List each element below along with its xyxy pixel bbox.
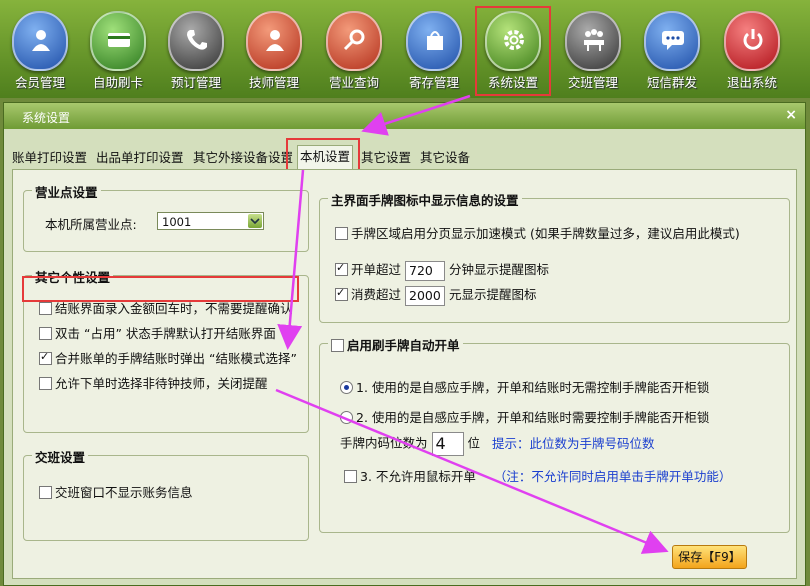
checkbox[interactable]	[39, 302, 52, 315]
search-icon	[326, 11, 382, 71]
outlet-group-title: 营业点设置	[32, 182, 101, 201]
toolbar-label: 预订管理	[170, 75, 221, 90]
toolbar-label: 系统设置	[487, 75, 538, 90]
option-label: 消费超过	[351, 287, 402, 302]
option-label: 合并账单的手牌结账时弹出 “结账模式选择”	[55, 351, 297, 366]
spend-amount-input[interactable]: 2000	[405, 285, 445, 306]
main-icon-group: 主界面手牌图标中显示信息的设置 手牌区域启用分页显示加速模式 (如果手牌数量过多…	[319, 190, 790, 323]
system-settings-dialog: 系统设置 × 账单打印设置 出品单打印设置 其它外接设备设置 本机设置 其它设置…	[3, 102, 806, 586]
toolbar-storage[interactable]: 寄存管理	[394, 0, 474, 98]
digits-row: 手牌内码位数为 4 位 提示：此位数为手牌号码位数	[340, 432, 655, 456]
checkbox[interactable]	[39, 486, 52, 499]
checkbox[interactable]	[331, 339, 344, 352]
checkbox-checked[interactable]	[335, 286, 348, 301]
open-minutes-input[interactable]: 720	[405, 260, 445, 281]
outlet-select[interactable]: 1001	[157, 212, 264, 230]
option-label: 分钟显示提醒图标	[448, 262, 549, 277]
auto-open-group-title[interactable]: 启用刷手牌自动开单	[328, 335, 463, 354]
mouse-note: （注：不允许同时启用单击手牌开单功能）	[493, 469, 732, 484]
technician-icon	[246, 11, 302, 71]
digits-input[interactable]: 4	[431, 432, 464, 456]
option-highlight-box	[22, 276, 299, 302]
power-icon	[724, 11, 780, 71]
checkbox-checked[interactable]	[39, 350, 52, 365]
checkbox[interactable]	[335, 227, 348, 240]
main-toolbar: 会员管理 自助刷卡 预订管理 技师管理 营业查询 寄存管理 系统设置 交班管理 …	[0, 0, 810, 98]
paging-option[interactable]: 手牌区域启用分页显示加速模式 (如果手牌数量过多，建议启用此模式)	[335, 223, 740, 242]
option-label: 1. 使用的是自感应手牌，开单和结账时无需控制手牌能否开柜锁	[356, 380, 710, 395]
option-label: 交班窗口不显示账务信息	[55, 485, 193, 500]
auto-open-option-1[interactable]: 1. 使用的是自感应手牌，开单和结账时无需控制手牌能否开柜锁	[340, 377, 709, 396]
tab-bill-print[interactable]: 账单打印设置	[10, 147, 89, 169]
toolbar-label: 营业查询	[328, 75, 379, 90]
toolbar-shift[interactable]: 交班管理	[553, 0, 633, 98]
chevron-down-icon[interactable]	[248, 214, 262, 228]
card-icon	[90, 11, 146, 71]
option-label: 允许下单时选择非待钟技师，关闭提醒	[55, 376, 268, 391]
outlet-label: 本机所属营业点:	[45, 217, 137, 232]
outlet-select-value: 1001	[162, 215, 192, 229]
toolbar-label: 寄存管理	[408, 75, 459, 90]
toolbar-system-settings[interactable]: 系统设置	[473, 0, 553, 98]
toolbar-sms[interactable]: 短信群发	[632, 0, 712, 98]
toolbar-technician[interactable]: 技师管理	[234, 0, 314, 98]
option-label: 开单超过	[351, 262, 402, 277]
shift-group-title: 交班设置	[32, 447, 89, 466]
option-label: 手牌区域启用分页显示加速模式 (如果手牌数量过多，建议启用此模式)	[351, 226, 740, 241]
shift-group: 交班设置 交班窗口不显示账务信息	[23, 447, 309, 541]
tab-external-devices[interactable]: 其它外接设备设置	[191, 147, 295, 169]
checkbox[interactable]	[344, 470, 357, 483]
option-label: 3. 不允许用鼠标开单	[360, 469, 476, 484]
toolbar-label: 会员管理	[14, 75, 65, 90]
toolbar-label: 自助刷卡	[92, 75, 143, 90]
tab-item-print[interactable]: 出品单打印设置	[94, 147, 186, 169]
dialog-title: 系统设置	[22, 111, 71, 125]
spend-option[interactable]: 消费超过 2000 元显示提醒图标	[335, 284, 537, 306]
open-time-option[interactable]: 开单超过 720 分钟显示提醒图标	[335, 259, 549, 281]
option-label: 2. 使用的是自感应手牌，开单和结账时需要控制手牌能否开柜锁	[356, 410, 710, 425]
dialog-titlebar[interactable]: 系统设置 ×	[4, 103, 805, 129]
save-button[interactable]: 保存【F9】	[672, 545, 747, 569]
option-label: 启用刷手牌自动开单	[347, 338, 460, 353]
phone-icon	[168, 11, 224, 71]
option-label: 结账界面录入金额回车时，不需要提醒确认	[55, 301, 293, 316]
personal-option-3[interactable]: 合并账单的手牌结账时弹出 “结账模式选择”	[39, 348, 297, 367]
toolbar-label: 交班管理	[567, 75, 618, 90]
tab-other-devices[interactable]: 其它设备	[418, 147, 472, 169]
personal-option-4[interactable]: 允许下单时选择非待钟技师，关闭提醒	[39, 373, 268, 392]
radio-selected[interactable]	[340, 381, 353, 394]
message-icon	[644, 11, 700, 71]
mouse-open-option[interactable]: 3. 不允许用鼠标开单 （注：不允许同时启用单击手牌开单功能）	[344, 466, 731, 485]
personal-option-2[interactable]: 双击 “占用” 状态手牌默认打开结账界面	[39, 323, 276, 342]
toolbar-label: 技师管理	[248, 75, 299, 90]
meeting-icon	[565, 11, 621, 71]
checkbox-checked[interactable]	[335, 261, 348, 276]
digits-label: 手牌内码位数为	[340, 435, 428, 451]
gear-icon	[485, 11, 541, 71]
option-label: 双击 “占用” 状态手牌默认打开结账界面	[55, 326, 276, 341]
toolbar-reservation[interactable]: 预订管理	[156, 0, 236, 98]
settings-panel: 营业点设置 本机所属营业点: 1001 其它个性设置 结账界面录入金额回车时，不…	[12, 169, 797, 579]
bag-icon	[406, 11, 462, 71]
tab-other-settings[interactable]: 其它设置	[359, 147, 413, 169]
toolbar-exit[interactable]: 退出系统	[712, 0, 792, 98]
outlet-group: 营业点设置 本机所属营业点: 1001	[23, 182, 309, 252]
option-label: 元显示提醒图标	[448, 287, 537, 302]
shift-option[interactable]: 交班窗口不显示账务信息	[39, 482, 193, 501]
auto-open-option-2[interactable]: 2. 使用的是自感应手牌，开单和结账时需要控制手牌能否开柜锁	[340, 407, 709, 426]
member-icon	[12, 11, 68, 71]
digits-hint: 提示：此位数为手牌号码位数	[491, 435, 655, 451]
toolbar-label: 短信群发	[646, 75, 697, 90]
auto-open-group: 启用刷手牌自动开单 1. 使用的是自感应手牌，开单和结账时无需控制手牌能否开柜锁…	[319, 335, 790, 533]
checkbox[interactable]	[39, 377, 52, 390]
digits-unit: 位	[467, 435, 480, 451]
checkbox[interactable]	[39, 327, 52, 340]
main-icon-group-title: 主界面手牌图标中显示信息的设置	[328, 190, 522, 209]
close-icon[interactable]: ×	[785, 107, 797, 123]
radio[interactable]	[340, 411, 353, 424]
toolbar-business-query[interactable]: 营业查询	[314, 0, 394, 98]
toolbar-self-card[interactable]: 自助刷卡	[78, 0, 158, 98]
toolbar-label: 退出系统	[726, 75, 777, 90]
toolbar-member[interactable]: 会员管理	[0, 0, 80, 98]
